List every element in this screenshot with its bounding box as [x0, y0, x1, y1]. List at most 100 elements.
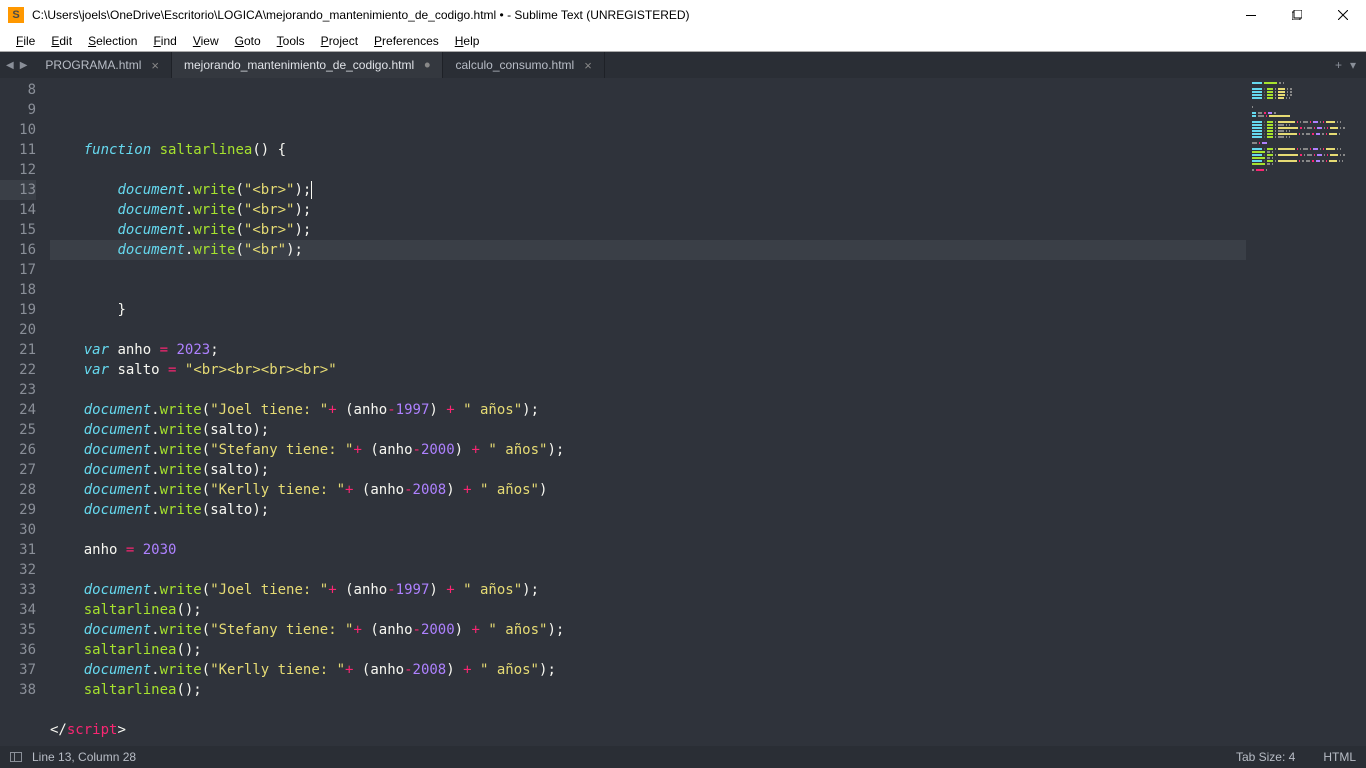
- code-line: saltarlinea();: [50, 600, 1246, 620]
- code-line: anho = 2030: [50, 540, 1246, 560]
- line-number: 23: [0, 380, 36, 400]
- line-number: 22: [0, 360, 36, 380]
- line-number: 31: [0, 540, 36, 560]
- code-line: [50, 380, 1246, 400]
- tab-label: mejorando_mantenimiento_de_codigo.html: [184, 58, 414, 72]
- nav-forward-icon[interactable]: ▶: [20, 60, 28, 71]
- line-number: 17: [0, 260, 36, 280]
- code-line: [50, 160, 1246, 180]
- code-line: document.write("<br");: [50, 240, 1246, 260]
- window-title: C:\Users\joels\OneDrive\Escritorio\LOGIC…: [32, 8, 1228, 22]
- code-line: [50, 260, 1246, 280]
- code-line: document.write(salto);: [50, 460, 1246, 480]
- tab-programa-html[interactable]: PROGRAMA.html ×: [33, 52, 172, 78]
- line-number: 12: [0, 160, 36, 180]
- tab-mejorando-mantenimiento-de-codigo-html[interactable]: mejorando_mantenimiento_de_codigo.html•: [172, 52, 443, 78]
- code-line: document.write("Joel tiene: "+ (anho-199…: [50, 580, 1246, 600]
- maximize-button[interactable]: [1274, 0, 1320, 30]
- line-number: 10: [0, 120, 36, 140]
- line-number: 36: [0, 640, 36, 660]
- line-number: 32: [0, 560, 36, 580]
- line-number: 30: [0, 520, 36, 540]
- line-number: 14: [0, 200, 36, 220]
- menu-file[interactable]: File: [8, 32, 43, 50]
- line-number: 37: [0, 660, 36, 680]
- tab-calculo-consumo-html[interactable]: calculo_consumo.html ×: [443, 52, 604, 78]
- code-line: document.write("Joel tiene: "+ (anho-199…: [50, 400, 1246, 420]
- line-number: 29: [0, 500, 36, 520]
- tab-label: calculo_consumo.html: [455, 58, 574, 72]
- line-number: 15: [0, 220, 36, 240]
- code-line: document.write(salto);: [50, 420, 1246, 440]
- menu-selection[interactable]: Selection: [80, 32, 145, 50]
- code-line: document.write("Kerlly tiene: "+ (anho-2…: [50, 480, 1246, 500]
- code-line: function saltarlinea() {: [50, 140, 1246, 160]
- menu-view[interactable]: View: [185, 32, 227, 50]
- code-line: document.write("Kerlly tiene: "+ (anho-2…: [50, 660, 1246, 680]
- line-number: 20: [0, 320, 36, 340]
- line-number: 33: [0, 580, 36, 600]
- syntax-selector[interactable]: HTML: [1323, 750, 1356, 764]
- line-number: 26: [0, 440, 36, 460]
- menu-goto[interactable]: Goto: [227, 32, 269, 50]
- menu-project[interactable]: Project: [313, 32, 366, 50]
- panel-toggle-icon[interactable]: [10, 752, 22, 762]
- line-number: 25: [0, 420, 36, 440]
- line-number: 11: [0, 140, 36, 160]
- menu-find[interactable]: Find: [145, 32, 184, 50]
- minimize-button[interactable]: [1228, 0, 1274, 30]
- line-number: 35: [0, 620, 36, 640]
- code-line: </script>: [50, 720, 1246, 740]
- line-number: 24: [0, 400, 36, 420]
- code-editor[interactable]: function saltarlinea() { document.write(…: [50, 78, 1246, 746]
- app-icon: S: [8, 7, 24, 23]
- menu-edit[interactable]: Edit: [43, 32, 80, 50]
- close-button[interactable]: [1320, 0, 1366, 30]
- line-number: 28: [0, 480, 36, 500]
- code-line: [50, 740, 1246, 760]
- window-controls: [1228, 0, 1366, 30]
- line-number: 19: [0, 300, 36, 320]
- new-tab-icon[interactable]: +: [1335, 58, 1342, 72]
- menu-tools[interactable]: Tools: [269, 32, 313, 50]
- menu-bar: FileEditSelectionFindViewGotoToolsProjec…: [0, 30, 1366, 52]
- code-line: [50, 520, 1246, 540]
- line-number: 38: [0, 680, 36, 700]
- line-number-gutter: 8910111213141516171819202122232425262728…: [0, 78, 50, 746]
- code-line: document.write("<br>");: [50, 220, 1246, 240]
- line-number: 21: [0, 340, 36, 360]
- code-line: document.write("<br>");: [50, 180, 1246, 200]
- tab-close-icon[interactable]: ×: [584, 58, 592, 73]
- tab-close-icon[interactable]: ×: [151, 58, 159, 73]
- tab-bar: ◀ ▶ PROGRAMA.html × mejorando_mantenimient…: [0, 52, 1366, 78]
- line-number: 16: [0, 240, 36, 260]
- tab-label: PROGRAMA.html: [45, 58, 141, 72]
- line-number: 9: [0, 100, 36, 120]
- code-line: [50, 700, 1246, 720]
- code-line: [50, 280, 1246, 300]
- code-line: [50, 560, 1246, 580]
- line-number: 13: [0, 180, 36, 200]
- code-line: var anho = 2023;: [50, 340, 1246, 360]
- window-titlebar: S C:\Users\joels\OneDrive\Escritorio\LOG…: [0, 0, 1366, 30]
- line-number: 34: [0, 600, 36, 620]
- code-line: document.write("<br>");: [50, 200, 1246, 220]
- code-line: document.write("Stefany tiene: "+ (anho-…: [50, 620, 1246, 640]
- menu-help[interactable]: Help: [447, 32, 488, 50]
- line-number: 18: [0, 280, 36, 300]
- code-line: [50, 320, 1246, 340]
- code-line: document.write(salto);: [50, 500, 1246, 520]
- code-line: document.write("Stefany tiene: "+ (anho-…: [50, 440, 1246, 460]
- code-line: }: [50, 300, 1246, 320]
- nav-back-icon[interactable]: ◀: [6, 60, 14, 71]
- editor-area: 8910111213141516171819202122232425262728…: [0, 78, 1366, 746]
- text-cursor: [311, 181, 312, 199]
- tab-menu-icon[interactable]: ▾: [1350, 58, 1356, 72]
- code-line: saltarlinea();: [50, 680, 1246, 700]
- menu-preferences[interactable]: Preferences: [366, 32, 447, 50]
- code-line: var salto = "<br><br><br><br>": [50, 360, 1246, 380]
- code-line: saltarlinea();: [50, 640, 1246, 660]
- minimap[interactable]: [1246, 78, 1366, 746]
- line-number: 27: [0, 460, 36, 480]
- line-number: 8: [0, 80, 36, 100]
